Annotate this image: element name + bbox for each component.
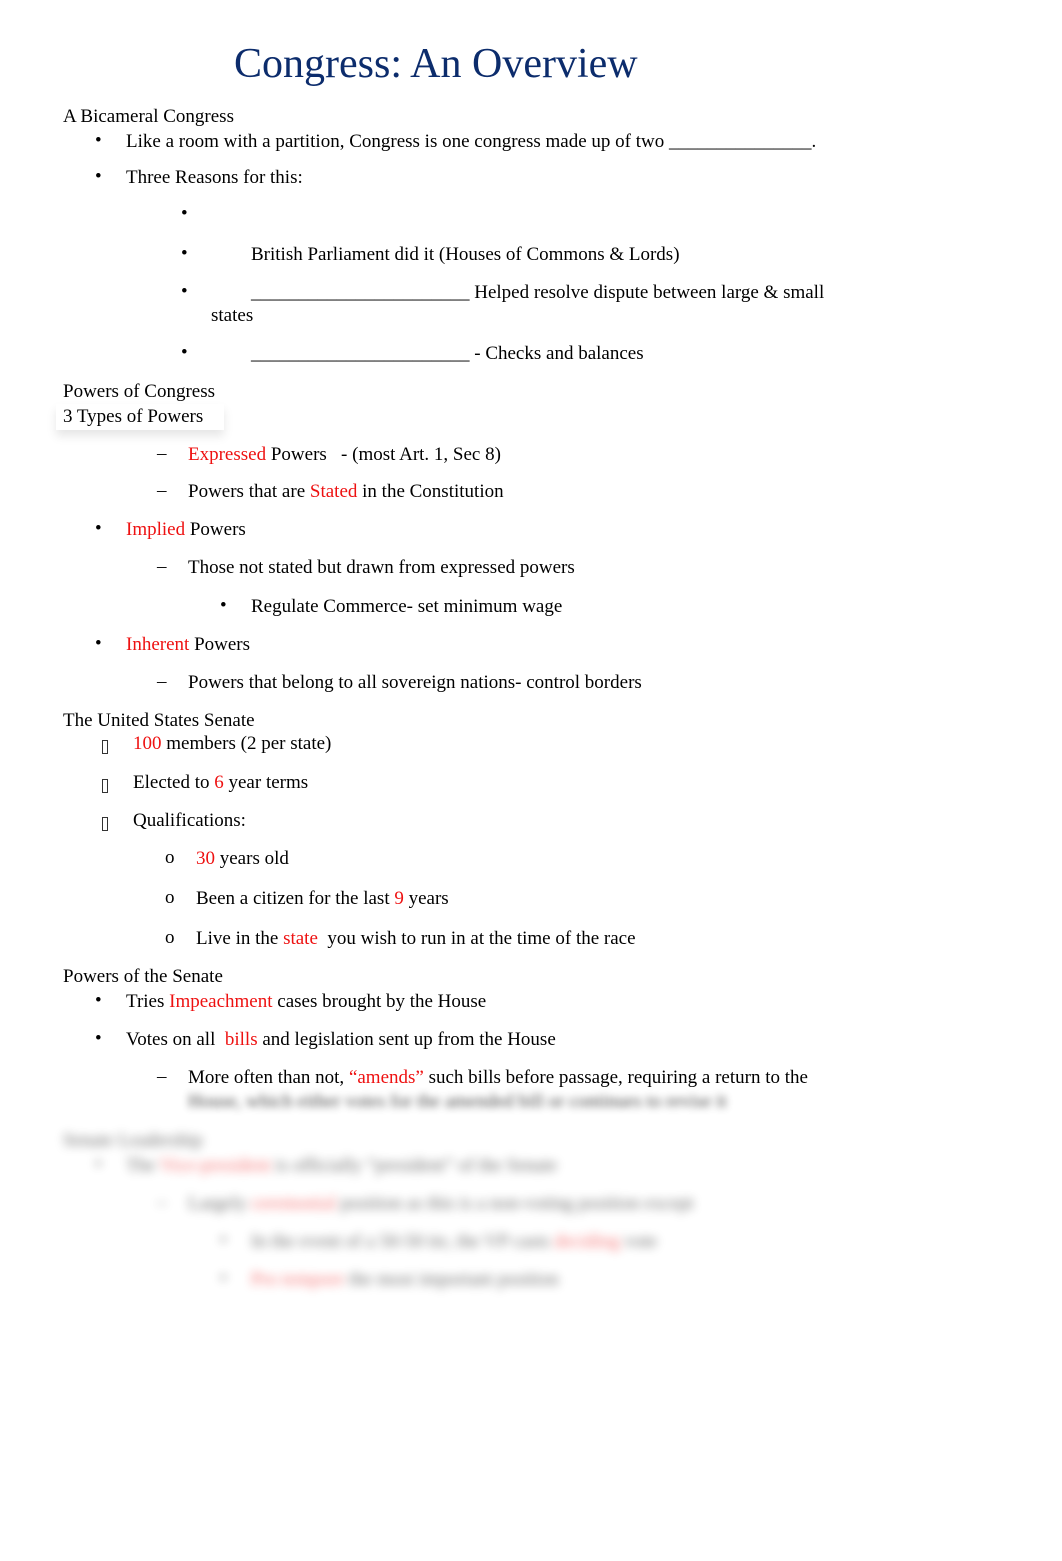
bullet: o <box>165 927 175 948</box>
missing-glyph-bullet-icon <box>102 776 108 798</box>
highlight-term: Inherent <box>126 634 190 655</box>
list-item: The Vice-president is officially “presid… <box>126 1155 558 1176</box>
section-subheading-types: 3 Types of Powers <box>63 406 204 427</box>
highlight-term: 9 <box>394 888 404 909</box>
section-heading-bicameral: A Bicameral Congress <box>63 106 234 127</box>
list-item: Largely ceremonial position as this is a… <box>188 1193 694 1214</box>
bullet: • <box>95 1154 102 1175</box>
item-text: Qualifications: <box>133 810 246 831</box>
highlight-term: “amends” <box>348 1067 424 1088</box>
dash: – <box>157 1192 167 1213</box>
item-text: Like a room with a partition, Congress i… <box>126 131 669 152</box>
bullet: • <box>181 342 188 363</box>
bullet: • <box>181 203 188 224</box>
bullet: • <box>95 990 102 1011</box>
fill-in-blank: _______________________ <box>251 282 470 303</box>
section-heading-senate: The United States Senate <box>63 710 255 731</box>
fill-in-blank: _______________________ <box>251 343 470 364</box>
item-text-wrap: House, which either votes for the amende… <box>188 1091 727 1112</box>
bullet: o <box>165 847 175 868</box>
missing-glyph-bullet-icon <box>102 814 108 836</box>
highlight-term: state <box>283 928 318 949</box>
bullet: o <box>165 887 175 908</box>
highlight-term: Expressed <box>188 444 267 465</box>
dash: – <box>157 443 167 464</box>
item-text: - Checks and balances <box>469 343 644 364</box>
item-text-wrap: states <box>211 305 254 326</box>
bullet: • <box>220 595 227 616</box>
highlight-term: 6 <box>214 772 224 793</box>
bullet: • <box>95 166 102 187</box>
bullet: • <box>181 243 188 264</box>
highlight-term: Stated <box>309 481 358 502</box>
highlight-term: 30 <box>196 848 215 869</box>
item-text: Regulate Commerce- set minimum wage <box>251 596 563 617</box>
item-text: Three Reasons for this: <box>126 167 303 188</box>
item-text: Powers that belong to all sovereign nati… <box>188 672 642 693</box>
section-heading-powers: Powers of Congress <box>63 381 215 402</box>
highlight-term: 100 <box>133 733 162 754</box>
list-item: In the event of a 50-50 tie, the VP cast… <box>251 1231 658 1252</box>
section-heading-senate-powers: Powers of the Senate <box>63 966 223 987</box>
highlight-term: bills <box>224 1029 258 1050</box>
dash: – <box>157 480 167 501</box>
bullet: • <box>95 633 102 654</box>
dash: – <box>157 1066 167 1087</box>
item-text: Those not stated but drawn from expresse… <box>188 557 575 578</box>
item-text: Helped resolve dispute between large & s… <box>469 282 825 303</box>
bullet: • <box>95 518 102 539</box>
document-page: Congress: An Overview A Bicameral Congre… <box>0 0 1062 1561</box>
section-heading-leadership: Senate Leadership <box>63 1130 203 1151</box>
bullet: • <box>95 1028 102 1049</box>
page-title: Congress: An Overview <box>234 41 638 87</box>
missing-glyph-bullet-icon <box>102 737 108 759</box>
item-text: British Parliament did it (Houses of Com… <box>251 244 680 265</box>
bullet: • <box>220 1268 227 1289</box>
dash: – <box>157 556 167 577</box>
dash: – <box>157 671 167 692</box>
highlight-term: Impeachment <box>169 991 273 1012</box>
fill-in-blank: _______________ <box>668 131 812 152</box>
highlight-term: Implied <box>126 519 186 540</box>
bullet: • <box>181 281 188 302</box>
bullet: • <box>95 130 102 151</box>
list-item: Pro tempore the most important position <box>251 1269 559 1290</box>
bullet: • <box>220 1230 227 1251</box>
